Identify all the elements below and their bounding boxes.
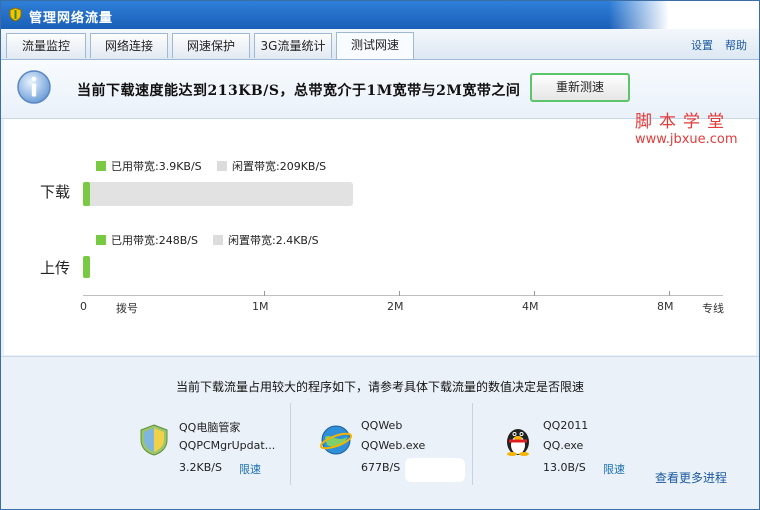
x-tick: [264, 291, 265, 296]
title-bar: 管理网络流量: [1, 1, 759, 29]
x-tick-label: 专线: [702, 302, 724, 315]
tab-speed-protection[interactable]: 网速保护: [172, 33, 250, 58]
tab-bar: 流量监控 网络连接 网速保护 3G流量统计 测试网速 设置 帮助: [1, 29, 759, 60]
help-link[interactable]: 帮助: [725, 37, 747, 53]
traffic-manager-window: 管理网络流量 流量监控 网络连接 网速保护 3G流量统计 测试网速 设置 帮助 …: [0, 0, 760, 510]
process-speed: 13.0B/S: [543, 461, 586, 474]
download-idle-value: 209KB/S: [279, 160, 327, 173]
used-swatch: [96, 235, 106, 245]
watermark: 脚本学堂 www.jbxue.com: [635, 107, 755, 147]
watermark-title: 脚本学堂: [635, 112, 731, 132]
download-idle-bar: [83, 182, 354, 206]
download-legend-used: 已用带宽:3.9KB/S: [96, 158, 202, 174]
retest-button[interactable]: 重新测速: [530, 73, 630, 102]
blank-mark: [405, 458, 465, 482]
divider: [472, 403, 473, 485]
upload-used-bar: [83, 256, 90, 278]
process-exe: QQWeb.exe: [361, 439, 426, 452]
download-axis-label: 下载: [40, 183, 71, 201]
x-tick-label: 4M: [522, 300, 539, 313]
process-item: QQ2011 QQ.exe 13.0B/S 限速: [501, 403, 681, 483]
idle-swatch: [213, 235, 223, 245]
window-title: 管理网络流量: [29, 11, 114, 26]
upload-idle-value: 2.4KB/S: [275, 234, 319, 247]
x-tick-label: 8M: [657, 300, 674, 313]
settings-link[interactable]: 设置: [691, 37, 713, 53]
processes-hint: 当前下载流量占用较大的程序如下，请参考具体下载流量的数值决定是否限速: [175, 380, 584, 394]
x-tick-label: 拨号: [116, 302, 138, 315]
upload-legend-used: 已用带宽:248B/S: [96, 232, 198, 248]
idle-series-label: 闲置带宽: [232, 160, 276, 173]
process-name: QQWeb: [361, 419, 403, 432]
x-tick: [669, 291, 670, 296]
download-used-bar: [83, 182, 90, 206]
title-glare: [609, 1, 759, 29]
x-tick-label: 1M: [252, 300, 269, 313]
qq-penguin-icon: [507, 429, 529, 456]
upload-legend-idle: 闲置带宽:2.4KB/S: [213, 232, 319, 248]
idle-swatch: [217, 161, 227, 171]
x-tick: [399, 291, 400, 296]
used-swatch: [96, 161, 106, 171]
qq-pcmgr-shield-icon: [140, 424, 168, 456]
limit-speed-link[interactable]: 限速: [239, 461, 261, 477]
shield-icon: [9, 7, 22, 22]
process-speed: 3.2KB/S: [179, 461, 222, 474]
process-name: QQ电脑管家: [179, 421, 241, 434]
view-more-processes-link[interactable]: 查看更多进程: [655, 469, 727, 486]
watermark-url: www.jbxue.com: [635, 132, 738, 147]
info-icon: [17, 70, 51, 104]
used-series-label: 已用带宽: [111, 234, 155, 247]
tab-traffic-monitor[interactable]: 流量监控: [6, 33, 86, 58]
bandwidth-chart: 下载 上传 已用带宽:3.9KB/S 闲置带宽:209KB/S 已用带宽:248…: [4, 119, 756, 355]
x-tick: [534, 291, 535, 296]
x-tick-label: 0: [80, 300, 87, 313]
speed-result-text: 当前下载速度能达到213KB/S，总带宽介于1M宽带与2M宽带之间: [77, 83, 521, 99]
upload-used-value: 248B/S: [158, 234, 198, 247]
process-exe: QQ.exe: [543, 439, 584, 452]
limit-speed-link[interactable]: 限速: [603, 461, 625, 477]
idle-series-label: 闲置带宽: [228, 234, 272, 247]
tab-connections[interactable]: 网络连接: [90, 33, 168, 58]
top-processes-panel: 当前下载流量占用较大的程序如下，请参考具体下载流量的数值决定是否限速 QQ电脑管…: [1, 356, 759, 509]
process-exe: QQPCMgrUpdat...: [179, 439, 276, 452]
download-used-value: 3.9KB/S: [158, 160, 202, 173]
download-legend-idle: 闲置带宽:209KB/S: [217, 158, 326, 174]
upload-axis-label: 上传: [40, 259, 71, 277]
x-axis-line: [83, 295, 723, 296]
tab-3g-stats[interactable]: 3G流量统计: [254, 33, 332, 58]
process-speed: 677B/S: [361, 461, 401, 474]
qqweb-globe-icon: [319, 425, 353, 455]
tab-speed-test[interactable]: 测试网速: [336, 32, 414, 59]
divider: [290, 403, 291, 485]
used-series-label: 已用带宽: [111, 160, 155, 173]
process-name: QQ2011: [543, 419, 589, 432]
x-tick-label: 2M: [387, 300, 404, 313]
